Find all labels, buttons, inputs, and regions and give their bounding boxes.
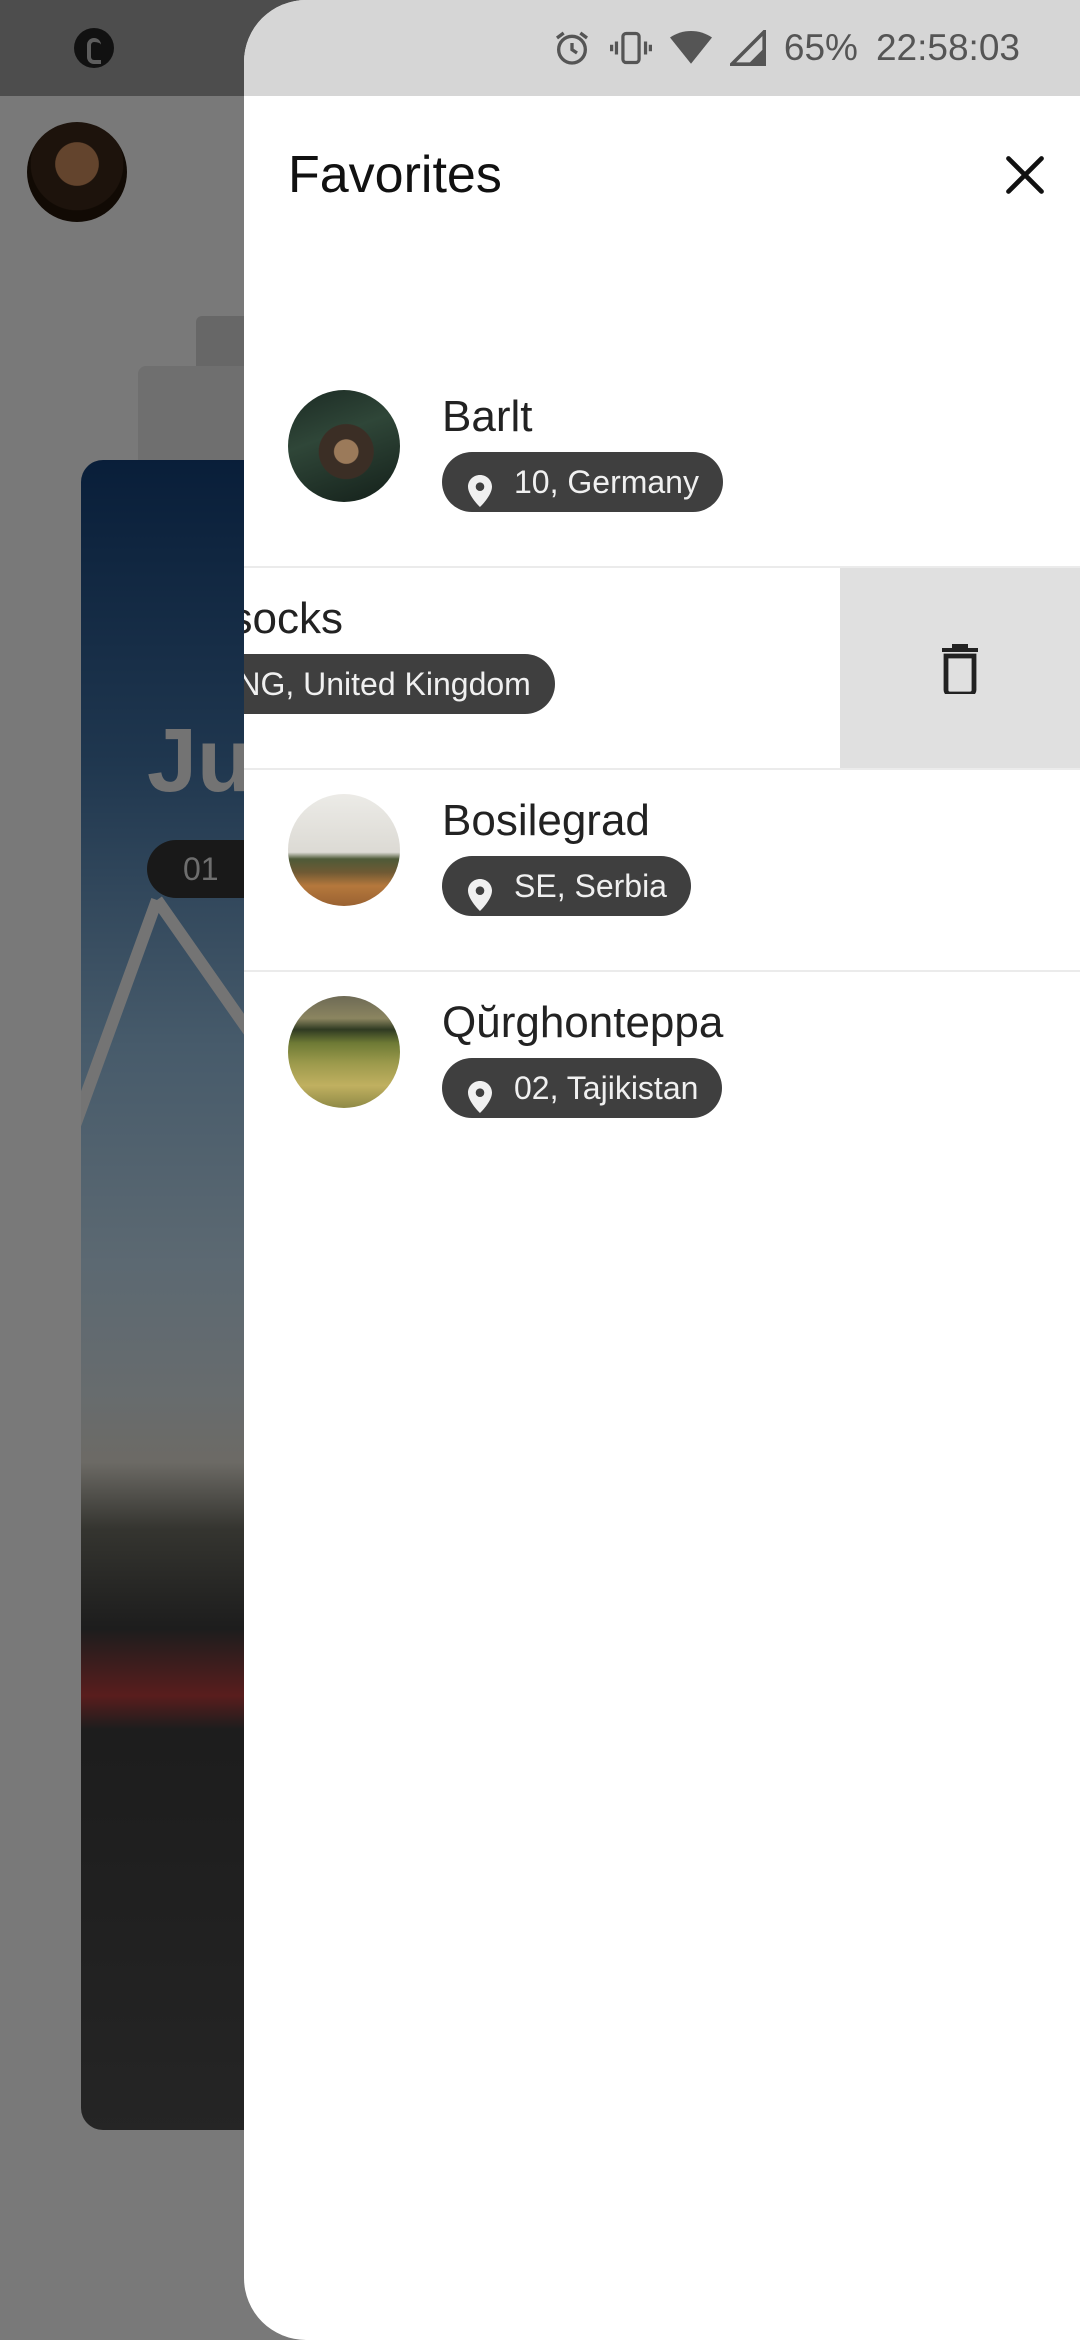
location-pin-icon: [468, 466, 492, 526]
favorite-item[interactable]: Bosilegrad SE, Serbia: [244, 770, 1080, 972]
location-pin-icon: [468, 1072, 492, 1132]
location-name: assocks: [244, 594, 343, 643]
location-name: Bosilegrad: [442, 796, 650, 845]
location-name: Barlt: [442, 392, 533, 441]
location-pill: ENG, United Kingdom: [244, 654, 555, 714]
location-pill: 02, Tajikistan: [442, 1058, 723, 1118]
location-name: Qŭrghonteppa: [442, 998, 724, 1047]
location-thumbnail: [288, 996, 400, 1108]
signal-icon: [729, 30, 766, 66]
battery-percentage: 65%: [783, 27, 858, 68]
location-region: 10, Germany: [514, 464, 699, 500]
location-thumbnail: [288, 794, 400, 906]
close-button[interactable]: [990, 140, 1060, 210]
location-region: 02, Tajikistan: [514, 1070, 699, 1106]
alarm-icon: [552, 28, 592, 68]
status-bar: 65% 22:58:03: [244, 0, 1080, 96]
location-thumbnail: [288, 390, 400, 502]
vibrate-icon: [609, 28, 652, 68]
clock-time: 22:58:03: [875, 27, 1020, 68]
close-icon: [1006, 156, 1044, 194]
favorite-item[interactable]: Barlt 10, Germany: [244, 366, 1080, 568]
location-region: ENG, United Kingdom: [244, 666, 531, 702]
location-pill: 10, Germany: [442, 452, 723, 512]
drawer-title: Favorites: [288, 146, 502, 204]
location-pin-icon: [468, 870, 492, 930]
favorites-drawer: 65% 22:58:03 Favorites Barlt 10, Germany…: [244, 0, 1080, 2340]
favorite-item-swiped[interactable]: assocks ENG, United Kingdom: [244, 568, 1080, 770]
delete-button[interactable]: [840, 568, 1080, 768]
location-region: SE, Serbia: [514, 868, 667, 904]
trash-icon: [942, 644, 978, 694]
location-pill: SE, Serbia: [442, 856, 691, 916]
wifi-icon: [669, 30, 712, 66]
favorite-item[interactable]: Qŭrghonteppa 02, Tajikistan: [244, 972, 1080, 1172]
favorites-list: Barlt 10, Germany assocks ENG, United Ki…: [244, 366, 1080, 1172]
